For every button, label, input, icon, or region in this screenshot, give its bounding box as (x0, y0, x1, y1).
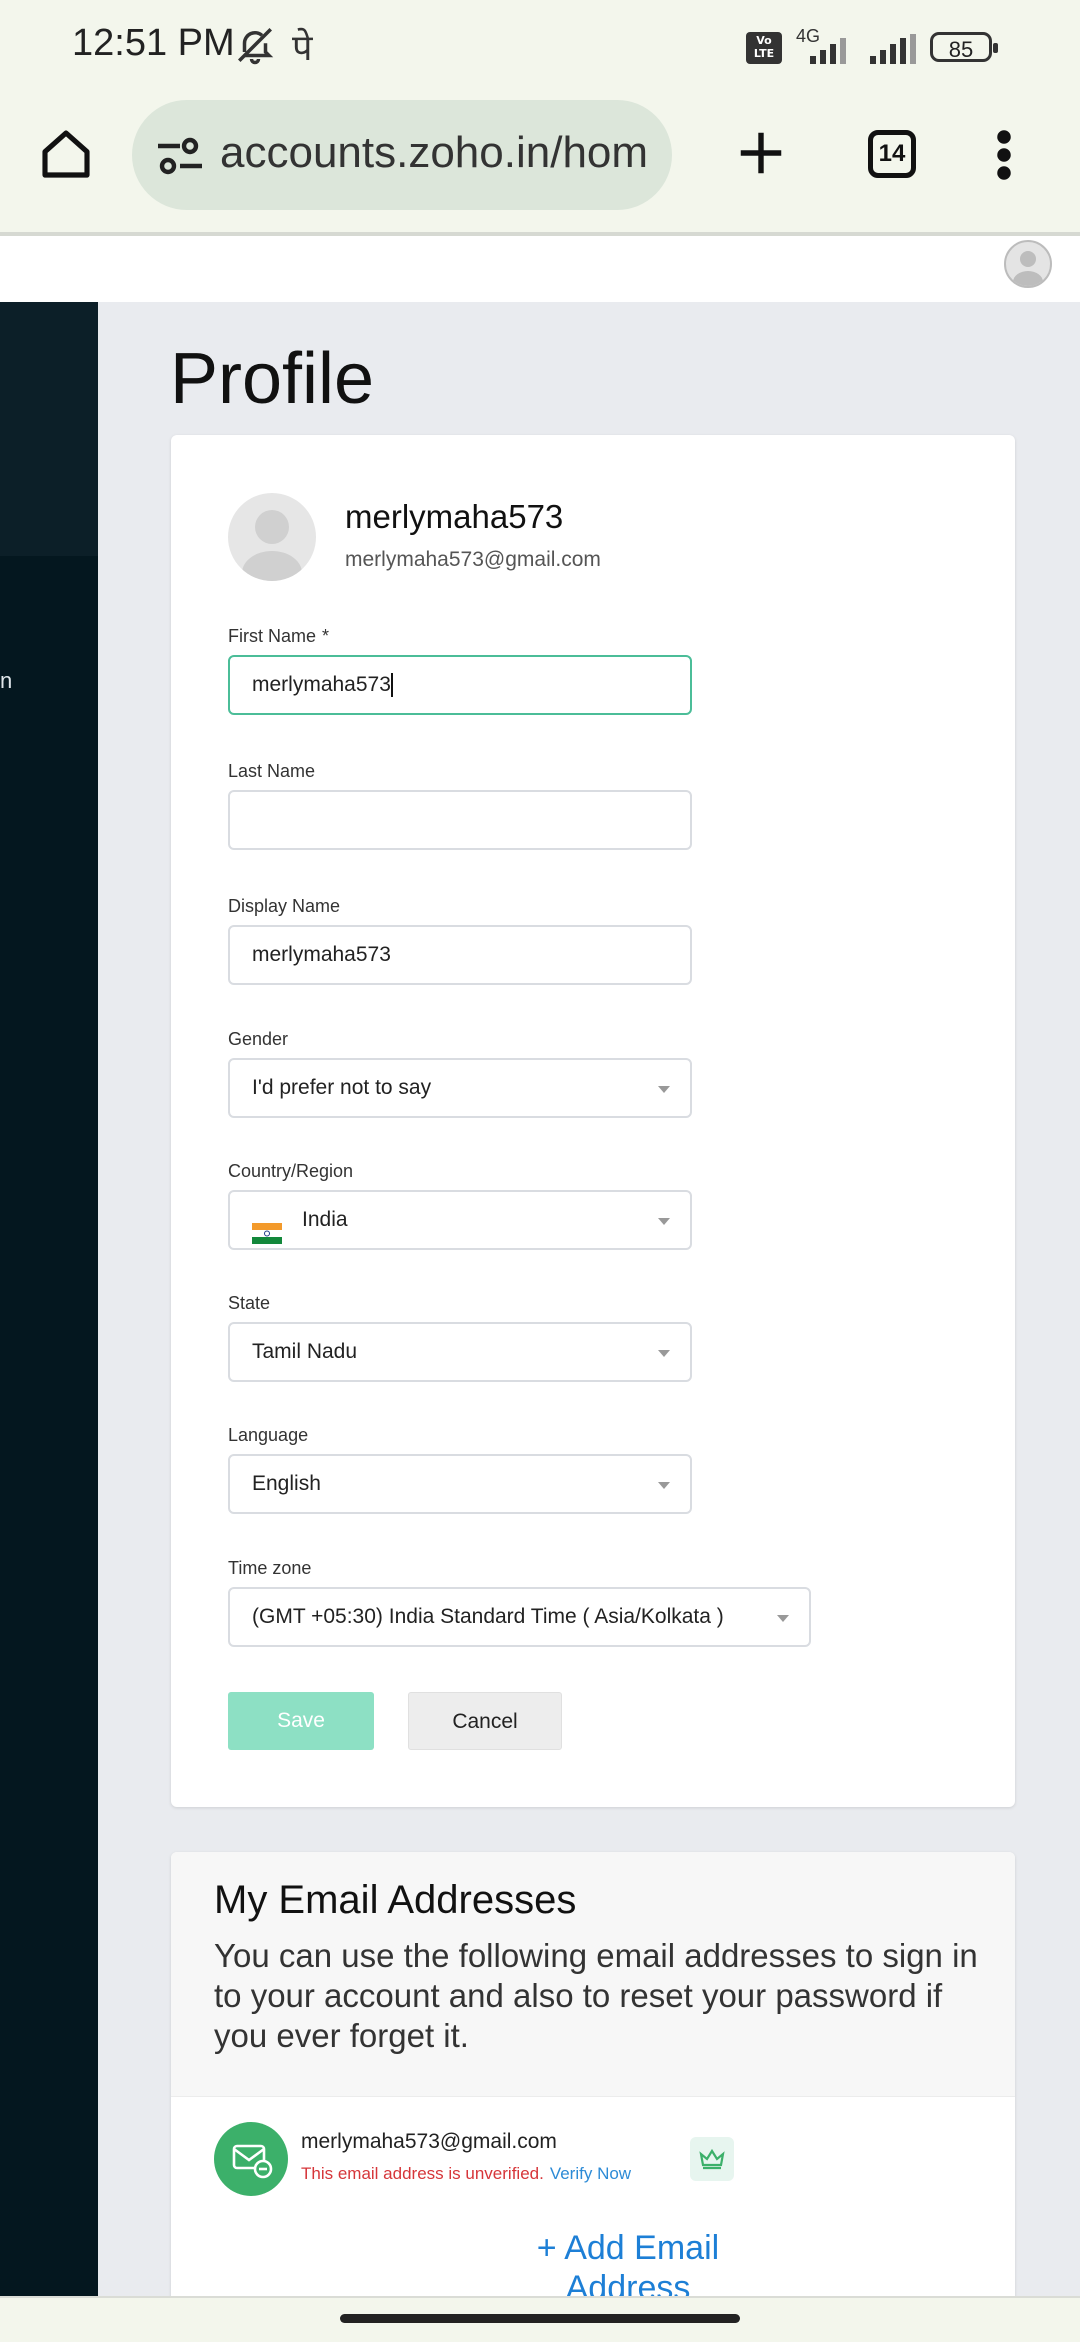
gender-label: Gender (228, 1029, 289, 1049)
save-button[interactable]: Save (228, 1692, 374, 1750)
bell-muted-icon (234, 24, 276, 71)
cancel-button[interactable]: Cancel (408, 1692, 562, 1750)
signal-icon (796, 34, 860, 71)
first-name-label: First Name * (228, 626, 330, 646)
unverified-text: This email address is unverified. (301, 2164, 544, 2183)
status-time: 12:51 PM (72, 22, 235, 64)
signal-icon-2 (866, 34, 922, 71)
country-label: Country/Region (228, 1161, 354, 1181)
email-address: merlymaha573@gmail.com (301, 2130, 557, 2153)
timezone-select[interactable]: (GMT +05:30) India Standard Time ( Asia/… (228, 1587, 811, 1647)
india-flag-icon (252, 1210, 282, 1244)
display-name-label: Display Name (228, 896, 341, 916)
first-name-input[interactable]: merlymaha573 (228, 655, 692, 715)
chevron-down-icon (658, 1218, 670, 1225)
state-value: Tamil Nadu (252, 1340, 358, 1363)
new-tab-icon[interactable] (734, 126, 788, 185)
sidebar-item-label[interactable]: n (0, 668, 12, 694)
chevron-down-icon (658, 1350, 670, 1357)
volte-icon: Vo LTE (746, 32, 782, 64)
profile-email: merlymaha573@gmail.com (345, 548, 601, 571)
sidebar-header (0, 302, 98, 556)
text-cursor (390, 673, 393, 698)
country-value: India (302, 1208, 348, 1231)
verify-now-link[interactable]: Verify Now (550, 2164, 631, 2183)
last-name-label: Last Name (228, 761, 316, 781)
chevron-down-icon (777, 1615, 789, 1622)
status-bar: 12:51 PM पे Vo LTE 4G 85 (0, 0, 1080, 96)
language-label: Language (228, 1425, 309, 1445)
payment-app-icon: पे (292, 28, 313, 69)
url-bar[interactable]: accounts.zoho.in/hom (132, 100, 672, 210)
language-value: English (252, 1472, 321, 1495)
chevron-down-icon (658, 1086, 670, 1093)
country-select[interactable]: India (228, 1190, 692, 1250)
unverified-notice: This email address is unverified. Verify … (301, 2164, 631, 2184)
tab-switcher-button[interactable]: 14 (868, 130, 916, 178)
profile-name: merlymaha573 (345, 498, 564, 535)
display-name-input[interactable]: merlymaha573 (228, 925, 692, 985)
chevron-down-icon (658, 1482, 670, 1489)
profile-avatar[interactable] (228, 493, 316, 581)
url-text[interactable]: accounts.zoho.in/hom (220, 128, 660, 178)
user-avatar-button[interactable] (1004, 240, 1052, 288)
email-unverified-icon (214, 2122, 288, 2196)
site-settings-icon[interactable] (154, 130, 206, 187)
timezone-value: (GMT +05:30) India Standard Time ( Asia/… (252, 1605, 724, 1628)
language-select[interactable]: English (228, 1454, 692, 1514)
page-title: Profile (170, 339, 375, 419)
gender-select[interactable]: I'd prefer not to say (228, 1058, 692, 1118)
email-section-description: You can use the following email addresse… (214, 1937, 978, 2054)
more-menu-icon[interactable] (994, 128, 1014, 187)
home-icon[interactable] (38, 126, 94, 187)
email-section-heading: My Email Addresses (214, 1878, 577, 1922)
sidebar (0, 302, 98, 2302)
battery-icon: 85 (930, 32, 998, 62)
page-header (0, 236, 1080, 304)
timezone-label: Time zone (228, 1558, 312, 1578)
state-label: State (228, 1293, 271, 1313)
primary-crown-icon (690, 2137, 734, 2181)
home-indicator[interactable] (340, 2314, 740, 2323)
gender-value: I'd prefer not to say (252, 1076, 432, 1099)
last-name-input[interactable] (228, 790, 692, 850)
state-select[interactable]: Tamil Nadu (228, 1322, 692, 1382)
